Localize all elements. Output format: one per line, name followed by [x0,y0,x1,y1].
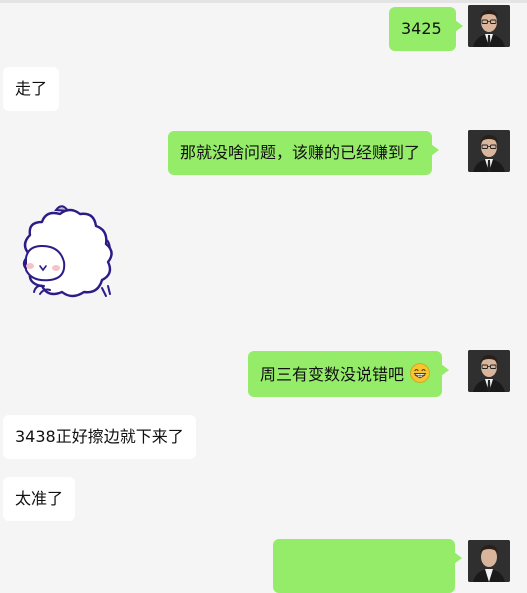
outgoing-message-bubble[interactable] [273,539,462,593]
incoming-message-bubble[interactable]: 太准了 [3,477,76,521]
sheep-sticker[interactable] [10,200,120,305]
outgoing-message-bubble[interactable]: 那就没啥问题，该赚的已经赚到了 [168,131,440,175]
sheep-sticker-icon [22,205,113,298]
avatar-portrait-icon [468,540,510,582]
avatar-portrait-icon [468,5,510,47]
incoming-message-bubble[interactable]: 3438正好擦边就下来了 [3,415,196,459]
user-avatar[interactable] [468,5,510,47]
message-text: 太准了 [15,489,64,508]
message-text: 走了 [15,79,48,98]
window-top-border [0,0,527,3]
message-text: 3425 [401,19,442,38]
message-text: 3438正好擦边就下来了 [15,427,184,446]
avatar-portrait-icon [468,130,510,172]
message-text: 周三有变数没说错吧 [260,365,405,384]
message-text: 那就没啥问题，该赚的已经赚到了 [180,143,421,162]
avatar-portrait-icon [468,350,510,392]
incoming-message-bubble[interactable]: 走了 [3,67,60,111]
grinning-face-emoji-icon [410,363,430,383]
user-avatar[interactable] [468,350,510,392]
user-avatar[interactable] [468,130,510,172]
user-avatar[interactable] [468,540,510,582]
outgoing-message-bubble[interactable]: 3425 [389,7,463,51]
outgoing-message-bubble[interactable]: 周三有变数没说错吧 [248,351,450,397]
